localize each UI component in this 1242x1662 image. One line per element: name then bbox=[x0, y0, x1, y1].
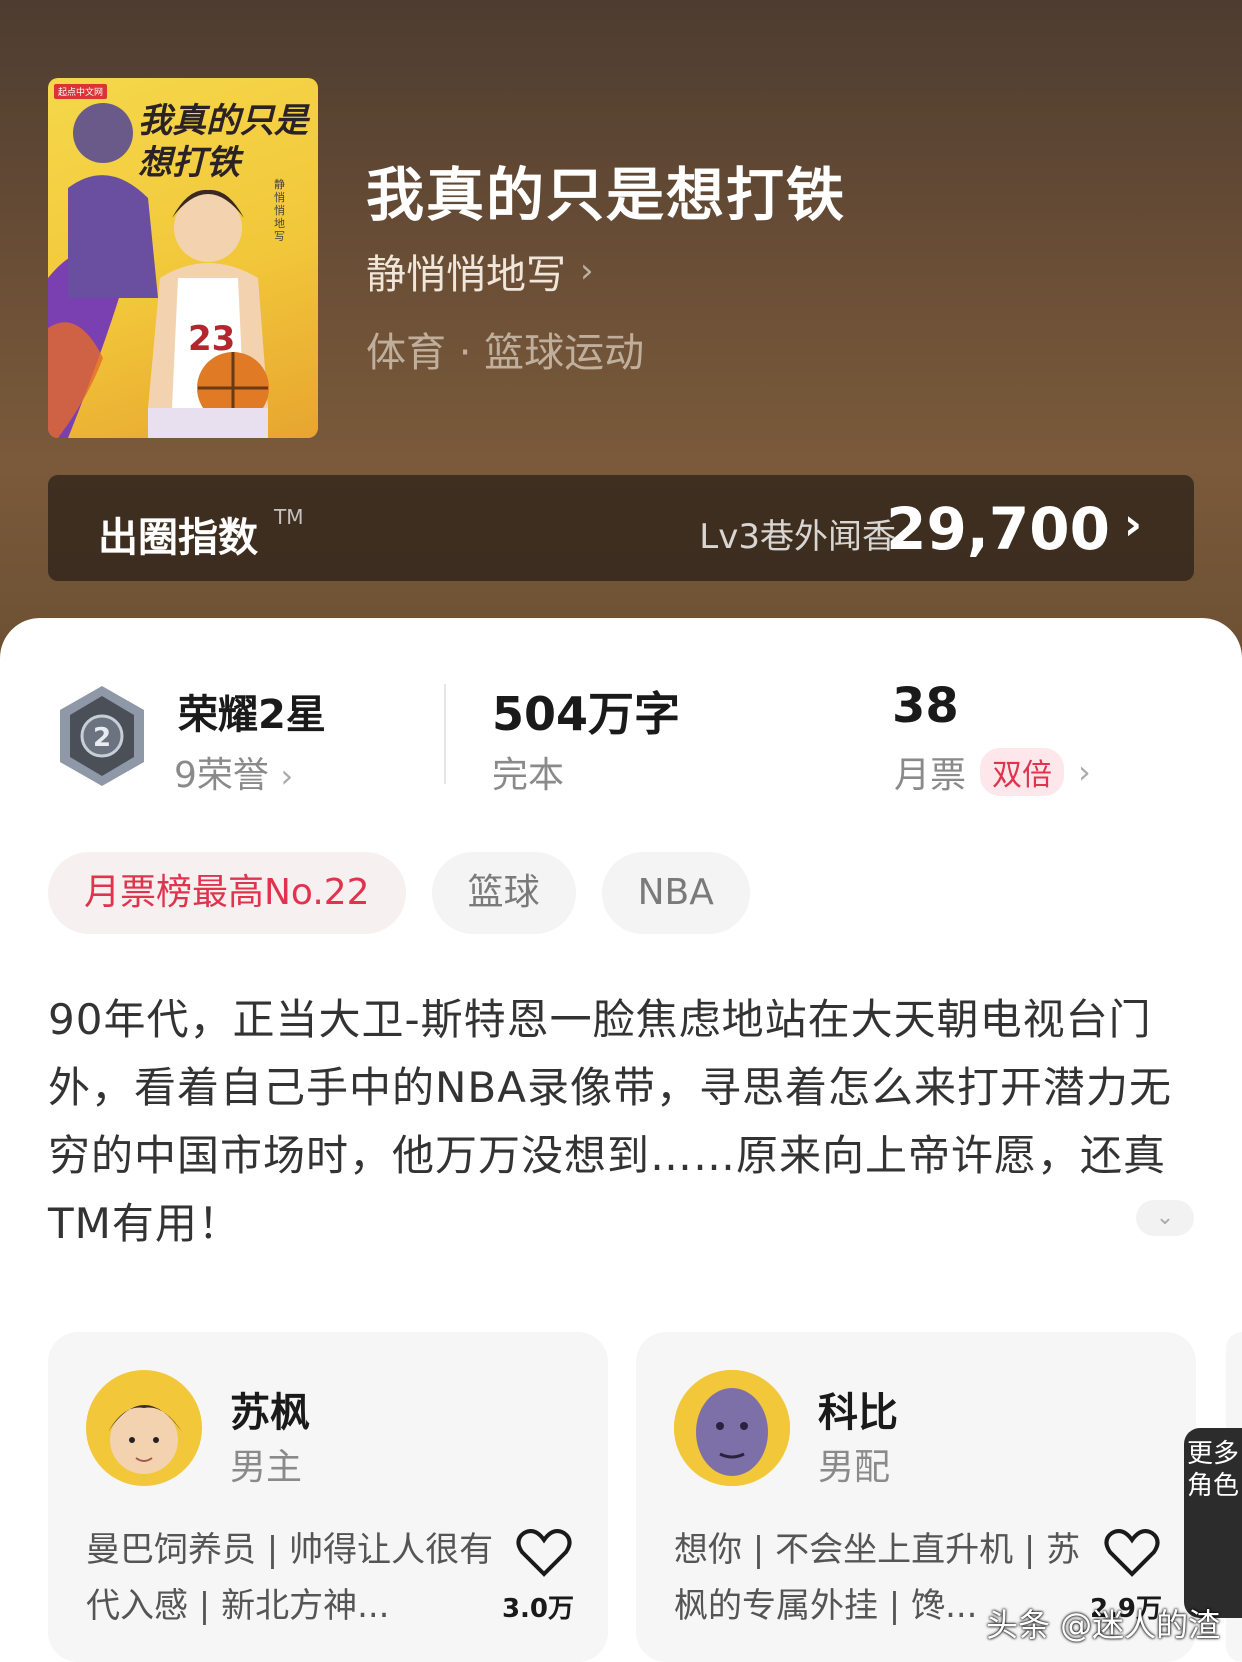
character-avatar bbox=[674, 1370, 790, 1486]
honor-title: 荣耀2星 bbox=[178, 692, 326, 738]
honor-count: 9荣誉 bbox=[174, 755, 269, 796]
publisher-badge: 起点中文网 bbox=[54, 84, 108, 99]
tag-nba[interactable]: NBA bbox=[601, 852, 750, 934]
honor-link[interactable]: 9荣誉 › bbox=[174, 746, 293, 798]
book-header: 23 起点中文网 我真的只是想打铁 静悄悄地写 我真的只是想打铁 静悄悄地写 ›… bbox=[0, 0, 1242, 660]
heart-icon[interactable] bbox=[516, 1528, 572, 1578]
chevron-right-icon: › bbox=[580, 251, 594, 291]
character-name: 苏枫 bbox=[230, 1390, 310, 1436]
character-description: 曼巴饲养员 | 帅得让人很有代入感 | 新北方神... bbox=[86, 1530, 494, 1626]
book-title: 我真的只是想打铁 bbox=[366, 161, 847, 229]
cover-title-art: 我真的只是想打铁 bbox=[138, 101, 308, 183]
tag-list: 月票榜最高No.22 篮球 NBA bbox=[48, 852, 750, 934]
book-synopsis: 90年代，正当大卫-斯特恩一脸焦虑地站在大天朝电视台门外，看着自己手中的NBA录… bbox=[48, 995, 1172, 1248]
genre-label: 体育 · 篮球运动 bbox=[366, 330, 645, 376]
character-name: 科比 bbox=[818, 1390, 898, 1436]
popularity-index-bar[interactable]: 出圈指数 TM Lv3巷外闻香 29,700 › bbox=[48, 475, 1194, 581]
word-count: 504万字 bbox=[492, 687, 681, 741]
monthly-votes-count: 38 bbox=[892, 678, 959, 734]
completion-status: 完本 bbox=[492, 755, 565, 796]
honor-medal-icon: 2 bbox=[60, 686, 144, 786]
book-cover[interactable]: 23 起点中文网 我真的只是想打铁 静悄悄地写 bbox=[48, 78, 318, 438]
chevron-right-icon: › bbox=[1123, 499, 1142, 550]
index-value: 29,700 bbox=[886, 495, 1110, 563]
character-card[interactable]: 苏枫 男主 曼巴饲养员 | 帅得让人很有代入感 | 新北方神... 3.0万 bbox=[48, 1332, 608, 1662]
expand-synopsis-button[interactable]: ⌄ bbox=[1136, 1200, 1194, 1236]
character-role: 男主 bbox=[230, 1447, 303, 1488]
character-likes: 3.0万 bbox=[501, 1594, 574, 1624]
character-role: 男配 bbox=[818, 1447, 891, 1488]
tag-basketball[interactable]: 篮球 bbox=[431, 852, 576, 934]
chevron-right-icon: › bbox=[1078, 753, 1091, 791]
more-characters-button[interactable]: 更多角色 bbox=[1184, 1428, 1242, 1618]
tag-rank[interactable]: 月票榜最高No.22 bbox=[48, 852, 406, 934]
chevron-right-icon: › bbox=[280, 757, 294, 795]
author-name: 静悄悄地写 bbox=[366, 252, 566, 298]
character-avatar bbox=[86, 1370, 202, 1486]
author-link[interactable]: 静悄悄地写 › bbox=[366, 242, 594, 300]
cover-author-art: 静悄悄地写 bbox=[274, 178, 285, 243]
trademark-label: TM bbox=[274, 505, 304, 529]
chevron-down-icon: ⌄ bbox=[1155, 1205, 1175, 1230]
monthly-votes-link[interactable]: 月票 双倍 › bbox=[894, 746, 1091, 798]
monthly-votes-label: 月票 bbox=[894, 755, 967, 796]
watermark: 头条 @迷人的渣 bbox=[986, 1606, 1221, 1644]
stats-divider bbox=[444, 684, 446, 784]
medal-number: 2 bbox=[93, 723, 111, 753]
heart-icon[interactable] bbox=[1104, 1528, 1160, 1578]
index-level: Lv3巷外闻香 bbox=[699, 517, 896, 557]
index-label: 出圈指数 bbox=[98, 515, 258, 561]
double-badge: 双倍 bbox=[980, 748, 1065, 796]
